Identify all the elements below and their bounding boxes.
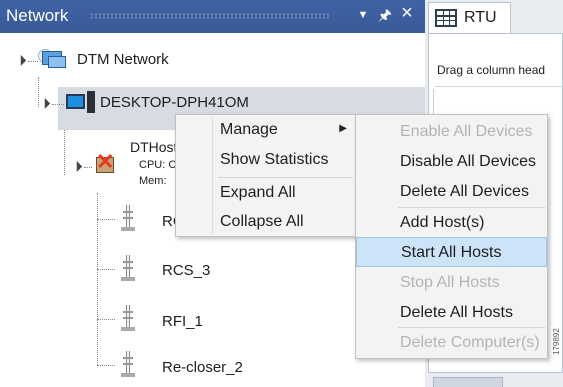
menu-item-delete-all-hosts[interactable]: Delete All Hosts — [356, 298, 547, 328]
menu-item-expand-all[interactable]: Expand All — [176, 178, 355, 208]
panel-title: Network — [6, 6, 69, 25]
tree-node-device[interactable]: Re-closer_2 — [162, 359, 243, 376]
menu-item-start-all-hosts[interactable]: Start All Hosts — [356, 237, 547, 267]
tree-node-device[interactable]: RCS_3 — [162, 262, 210, 279]
device-icon — [121, 351, 135, 379]
device-icon — [121, 205, 135, 233]
tree-guide — [97, 219, 115, 220]
menu-item-enable-all-devices[interactable]: Enable All Devices — [356, 117, 547, 147]
menu-item-label: Delete All Devices — [400, 183, 529, 200]
menu-item-collapse-all[interactable]: Collapse All — [176, 207, 355, 237]
menu-item-disable-all-devices[interactable]: Disable All Devices — [356, 147, 547, 177]
tree-guide — [52, 104, 64, 105]
tab-rtu[interactable]: RTU — [428, 2, 511, 33]
tree-node-host[interactable]: DTHost — [130, 139, 177, 155]
tree-node-root[interactable]: DTM Network — [77, 51, 169, 68]
menu-item-delete-all-devices[interactable]: Delete All Devices — [356, 177, 547, 207]
menu-item-delete-computers[interactable]: Delete Computer(s) — [356, 328, 547, 358]
menu-item-label: Show Statistics — [220, 151, 329, 168]
menu-item-add-hosts[interactable]: Add Host(s) — [356, 208, 547, 238]
menu-item-label: Enable All Devices — [400, 123, 533, 140]
tree-guide — [28, 61, 38, 62]
menu-item-label: Manage — [220, 121, 278, 138]
host-mem-text: Mem: — [139, 175, 167, 187]
network-icon — [38, 49, 68, 71]
menu-item-label: Delete All Hosts — [400, 304, 513, 321]
menu-item-label: Disable All Devices — [400, 153, 537, 170]
tab-rtu-label: RTU — [464, 9, 497, 26]
menu-item-label: Start All Hosts — [401, 244, 502, 261]
close-icon[interactable]: × — [396, 2, 418, 26]
grid-icon — [435, 9, 457, 27]
menu-item-label: Expand All — [220, 184, 296, 201]
header-grip[interactable] — [90, 13, 330, 19]
menu-item-stop-all-hosts[interactable]: Stop All Hosts — [356, 268, 547, 298]
bottom-tab[interactable] — [433, 377, 503, 387]
computer-icon — [66, 91, 96, 115]
tree-guide — [64, 130, 65, 175]
collapse-arrow-icon[interactable]: ◢ — [38, 97, 51, 110]
pin-icon[interactable]: 🖈 — [374, 5, 396, 29]
figure-id: 179892 — [552, 328, 561, 355]
chevron-down-icon[interactable]: ▼ — [352, 9, 374, 33]
tree-guide — [97, 269, 115, 270]
menu-item-label: Add Host(s) — [400, 214, 485, 231]
device-icon — [121, 305, 135, 333]
tree-guide — [84, 167, 92, 168]
menu-item-label: Collapse All — [220, 213, 304, 230]
tree-node-device[interactable]: RFI_1 — [162, 313, 203, 330]
device-icon — [121, 255, 135, 283]
collapse-arrow-icon[interactable]: ◢ — [14, 54, 27, 67]
menu-item-manage[interactable]: Manage ▶ — [176, 115, 355, 145]
collapse-arrow-icon[interactable]: ◢ — [70, 160, 83, 173]
context-menu: Manage ▶ Show Statistics Expand All Coll… — [175, 114, 356, 237]
group-by-drag-hint[interactable]: Drag a column head — [435, 61, 563, 87]
host-cpu-text: CPU: C — [139, 159, 177, 171]
tree-node-computer[interactable]: DESKTOP-DPH41OM — [100, 94, 249, 111]
tree-guide — [97, 319, 115, 320]
network-panel-header[interactable]: Network ▼ 🖈 × — [0, 0, 425, 33]
menu-item-show-statistics[interactable]: Show Statistics — [176, 145, 355, 175]
submenu-arrow-icon: ▶ — [339, 123, 347, 134]
manage-submenu: Enable All Devices Disable All Devices D… — [355, 114, 548, 359]
host-error-icon: ✕ — [96, 149, 115, 174]
menu-item-label: Stop All Hosts — [400, 274, 500, 291]
menu-item-label: Delete Computer(s) — [400, 334, 540, 351]
tree-guide — [97, 365, 115, 366]
